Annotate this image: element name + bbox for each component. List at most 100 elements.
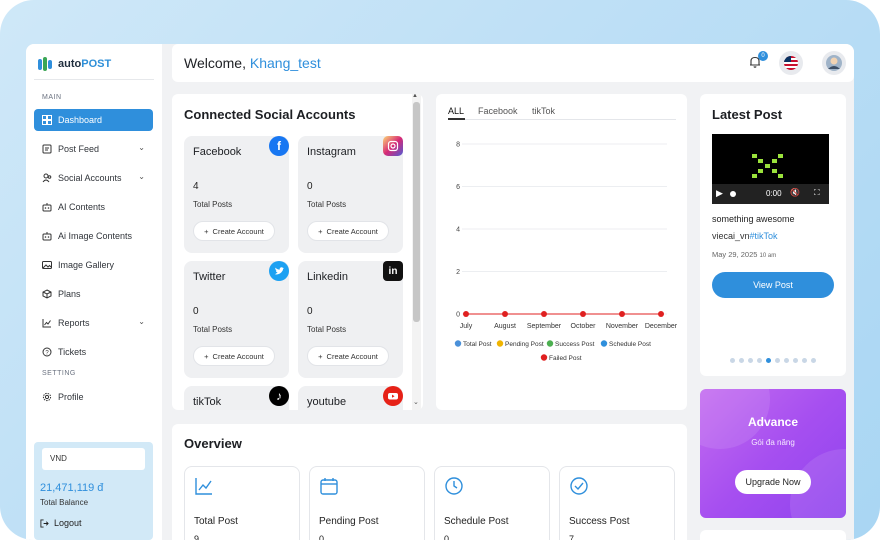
create-account-label: Create Account: [212, 226, 264, 236]
play-icon[interactable]: ▶: [716, 188, 723, 199]
us-flag-icon: [784, 56, 798, 70]
robot-icon: [42, 231, 52, 241]
x-tick-label: November: [606, 323, 639, 330]
avatar[interactable]: [822, 51, 846, 75]
overview-label: Pending Post: [319, 516, 379, 527]
carousel-dot[interactable]: [811, 358, 816, 363]
sidebar-item-dashboard[interactable]: Dashboard: [34, 109, 153, 131]
account-card-youtube: youtube: [298, 386, 403, 410]
create-account-label: Create Account: [326, 351, 378, 361]
upgrade-now-button[interactable]: Upgrade Now: [735, 470, 811, 494]
x-tick-label: October: [571, 323, 597, 330]
plus-icon: +: [318, 226, 323, 236]
data-point: [463, 311, 469, 317]
post-title: something awesome: [712, 214, 795, 224]
carousel-dot-active[interactable]: [766, 358, 771, 363]
chevron-down-icon: ⌄: [138, 143, 145, 152]
x-tick-label: August: [494, 323, 516, 330]
carousel-dot[interactable]: [748, 358, 753, 363]
create-account-label: Create Account: [212, 351, 264, 361]
sidebar-item-reports[interactable]: Reports ⌄: [34, 312, 153, 334]
create-account-button[interactable]: + Create Account: [193, 221, 275, 241]
currency-select[interactable]: VND: [42, 448, 145, 470]
section-label-setting: SETTING: [42, 370, 76, 377]
username: Khang_test: [249, 55, 321, 71]
sidebar-item-label: Ai Image Contents: [58, 231, 133, 241]
account-name: Instagram: [307, 146, 356, 158]
gear-icon: [42, 392, 52, 402]
youtube-icon: [383, 386, 403, 406]
panel-title: Latest Post: [712, 107, 783, 122]
account-name: tikTok: [193, 396, 222, 408]
legend-label: Total Post: [463, 341, 492, 348]
sidebar-item-plans[interactable]: Plans: [34, 283, 153, 305]
calendar-icon: [320, 478, 338, 495]
create-account-label: Create Account: [326, 226, 378, 236]
create-account-button[interactable]: + Create Account: [307, 221, 389, 241]
balance-box: VND 21,471,119 đ Total Balance Logout: [34, 442, 153, 540]
account-name: Linkedin: [307, 271, 348, 283]
create-account-button[interactable]: + Create Account: [193, 346, 275, 366]
instagram-icon: [383, 136, 403, 156]
tab-facebook[interactable]: Facebook: [478, 106, 518, 116]
account-count-label: Total Posts: [307, 325, 347, 334]
account-count: 4: [193, 181, 199, 192]
logo[interactable]: autoPOST: [36, 54, 111, 74]
plan-title: Advance: [747, 415, 799, 429]
sidebar-item-ai-image-contents[interactable]: Ai Image Contents: [34, 225, 153, 247]
scrollbar-thumb[interactable]: [413, 102, 420, 322]
sidebar-item-label: Dashboard: [58, 115, 103, 125]
tab-all[interactable]: ALL: [448, 106, 464, 116]
latest-post-panel: Latest Post ▶ 0:00 🔇 ⛶ something awesome: [700, 94, 846, 376]
box-icon: [42, 289, 52, 299]
scroll-down-arrow[interactable]: ⌄: [413, 398, 419, 406]
sidebar-item-label: Tickets: [58, 347, 87, 357]
carousel-dot[interactable]: [730, 358, 735, 363]
y-tick-label: 4: [456, 227, 460, 234]
carousel-dot[interactable]: [793, 358, 798, 363]
video-progress-handle[interactable]: [730, 191, 736, 197]
sidebar-item-tickets[interactable]: ? Tickets: [34, 341, 153, 363]
carousel-dot[interactable]: [739, 358, 744, 363]
logout-icon: [40, 518, 49, 528]
sidebar-item-label: Image Gallery: [58, 260, 115, 270]
sidebar-item-image-gallery[interactable]: Image Gallery: [34, 254, 153, 276]
legend-label: Schedule Post: [609, 341, 651, 348]
view-post-button[interactable]: View Post: [712, 272, 834, 298]
account-count-label: Total Posts: [307, 200, 347, 209]
overview-card-success-post: Success Post 7: [559, 466, 675, 540]
balance-amount: 21,471,119 đ: [40, 482, 104, 494]
sidebar-item-ai-contents[interactable]: AI Contents: [34, 196, 153, 218]
post-feed-icon: [42, 144, 52, 154]
create-account-button[interactable]: + Create Account: [307, 346, 389, 366]
plan-subtitle: Gói đa năng: [751, 438, 795, 447]
carousel-dot[interactable]: [775, 358, 780, 363]
chart-icon: [42, 318, 52, 328]
mute-icon[interactable]: 🔇: [790, 188, 800, 197]
facebook-icon: f: [269, 136, 289, 156]
sidebar-item-post-feed[interactable]: Post Feed ⌄: [34, 138, 153, 160]
overview-panel: Overview Total Post 9 Pending Post 0 Sch…: [172, 424, 687, 540]
x-tick-label: September: [527, 323, 562, 330]
carousel-dot[interactable]: [784, 358, 789, 363]
post-tag[interactable]: #tikTok: [750, 231, 778, 241]
legend-label: Success Post: [555, 341, 595, 348]
scroll-up-arrow[interactable]: ▲: [412, 94, 418, 99]
carousel-dot[interactable]: [757, 358, 762, 363]
sidebar-item-social-accounts[interactable]: Social Accounts ⌄: [34, 167, 153, 189]
carousel-dot[interactable]: [802, 358, 807, 363]
image-icon: [42, 260, 52, 270]
fullscreen-icon[interactable]: ⛶: [814, 188, 820, 198]
tab-tiktok[interactable]: tikTok: [532, 106, 555, 116]
language-flag-button[interactable]: [779, 51, 803, 75]
account-count-label: Total Posts: [193, 200, 233, 209]
sidebar: autoPOST MAIN Dashboard Post Feed ⌄ Soci…: [26, 44, 162, 540]
sidebar-item-label: Reports: [58, 318, 90, 328]
overview-card-pending-post: Pending Post 0: [309, 466, 425, 540]
logout-button[interactable]: Logout: [40, 518, 82, 528]
plus-icon: +: [318, 351, 323, 361]
sidebar-item-profile[interactable]: Profile: [34, 386, 153, 408]
video-time: 0:00: [766, 189, 782, 198]
carousel-dots: [730, 358, 816, 363]
video-player[interactable]: ▶ 0:00 🔇 ⛶: [712, 134, 829, 204]
